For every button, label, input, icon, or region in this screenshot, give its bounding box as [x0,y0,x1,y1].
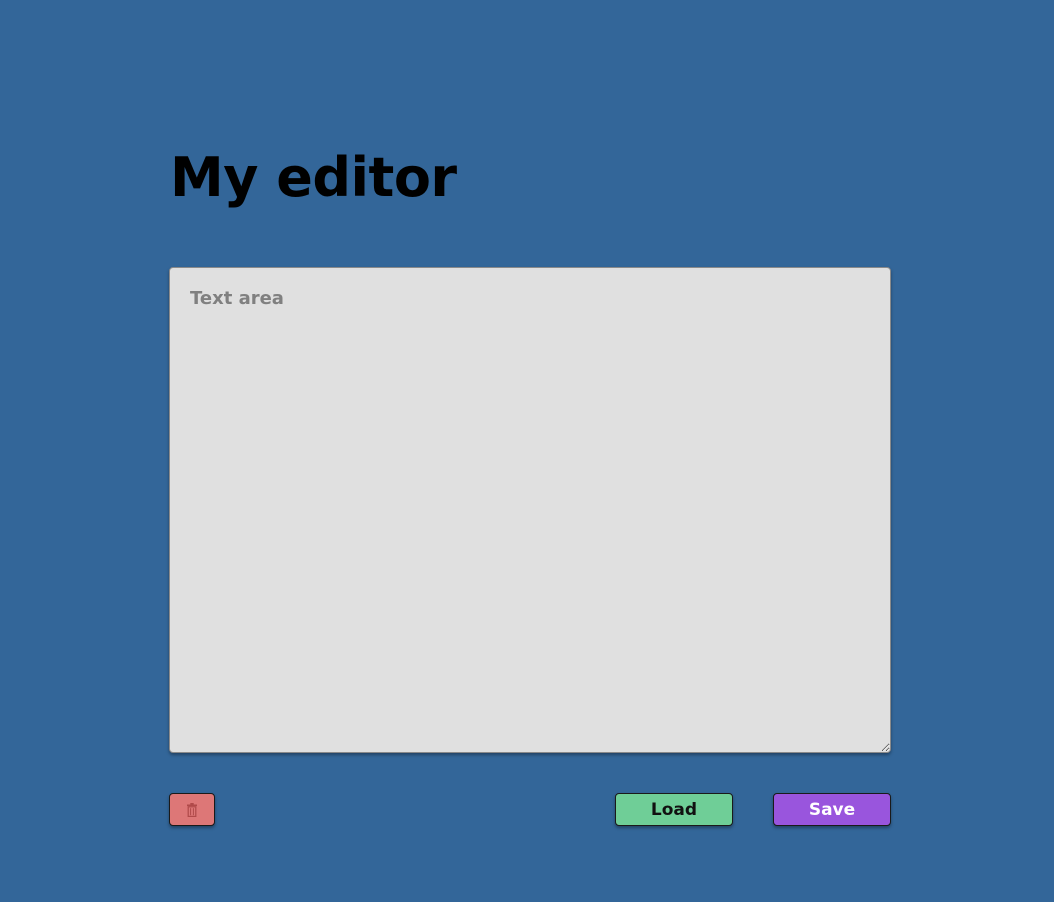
editor-container [169,267,891,753]
delete-button[interactable] [169,793,215,826]
save-button[interactable]: Save [773,793,891,826]
load-button[interactable]: Load [615,793,733,826]
text-area-input[interactable] [169,267,891,753]
page-title: My editor [170,146,457,209]
trash-icon [187,802,197,817]
